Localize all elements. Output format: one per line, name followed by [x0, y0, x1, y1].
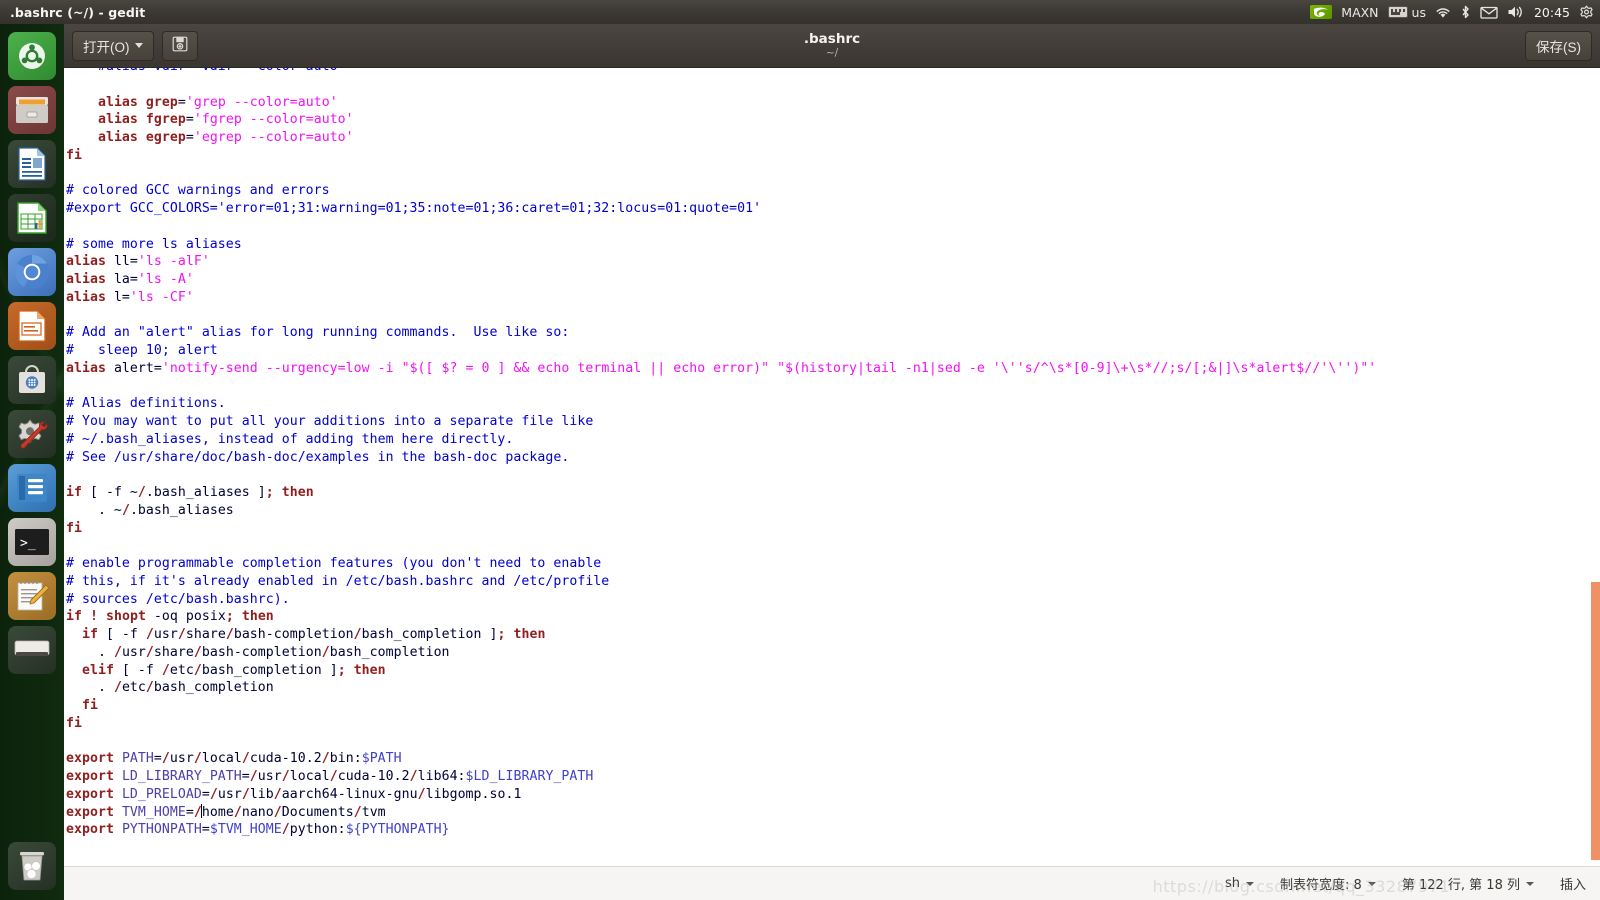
- language-selector[interactable]: sh: [1225, 876, 1255, 891]
- source-code-view[interactable]: #alias vdir='vdir --color=auto' alias gr…: [64, 68, 1376, 839]
- insert-mode-indicator[interactable]: 插入: [1560, 874, 1586, 893]
- editor-area[interactable]: #alias vdir='vdir --color=auto' alias gr…: [64, 68, 1600, 866]
- vertical-scrollbar-thumb[interactable]: [1591, 582, 1600, 860]
- unity-launcher: >_: [0, 24, 64, 900]
- chevron-down-icon: [134, 43, 143, 48]
- insert-mode-label: 插入: [1559, 878, 1586, 893]
- statusbar: https://blog.csdn.net/qq_33287971 sh 制表符…: [64, 866, 1600, 900]
- gedit-window: 打开(O) .bashrc ~/ 保存(S) #alias: [64, 24, 1600, 900]
- keyboard-icon: [1387, 6, 1408, 18]
- save-button-label: 保存(S): [1536, 39, 1581, 55]
- gear-icon[interactable]: [1579, 5, 1594, 20]
- open-button-label: 打开(O): [83, 39, 130, 55]
- nvidia-power-mode[interactable]: MAXN: [1341, 5, 1378, 20]
- clock[interactable]: 20:45: [1534, 5, 1570, 20]
- headerbar: 打开(O) .bashrc ~/ 保存(S): [64, 24, 1600, 68]
- nvidia-indicator[interactable]: [1310, 5, 1333, 19]
- volume-icon[interactable]: [1507, 5, 1525, 19]
- launcher-item-trash[interactable]: [8, 842, 56, 890]
- window-title: .bashrc (~/) - gedit: [10, 4, 146, 20]
- system-tray: MAXN us 20:45: [1310, 5, 1594, 20]
- launcher-item-files[interactable]: [8, 86, 56, 134]
- open-button[interactable]: 打开(O): [72, 30, 154, 61]
- wifi-icon[interactable]: [1435, 6, 1451, 19]
- launcher-item-system-settings[interactable]: [8, 410, 56, 458]
- launcher-item-libreoffice-writer[interactable]: [8, 140, 56, 188]
- launcher-item-ubuntu-dash[interactable]: [8, 32, 56, 80]
- headerbar-right: 保存(S): [1525, 30, 1592, 61]
- chevron-down-icon: [1246, 881, 1255, 886]
- headerbar-title-block: .bashrc ~/: [64, 31, 1600, 60]
- keyboard-layout-indicator[interactable]: us: [1387, 4, 1426, 20]
- mail-icon[interactable]: [1480, 6, 1498, 19]
- chevron-down-icon: [1367, 881, 1376, 886]
- launcher-item-terminal[interactable]: >_: [8, 518, 56, 566]
- top-panel: .bashrc (~/) - gedit MAXN us 20:45: [0, 0, 1600, 24]
- cursor-position-label: 第 122 行, 第 18 列: [1401, 878, 1520, 893]
- document-title: .bashrc: [803, 31, 861, 47]
- tab-width-label: 制表符宽度: 8: [1280, 878, 1362, 893]
- cursor-position[interactable]: 第 122 行, 第 18 列: [1402, 874, 1534, 893]
- launcher-item-gedit[interactable]: [8, 572, 56, 620]
- launcher-item-libreoffice-calc[interactable]: [8, 194, 56, 242]
- save-icon: [172, 36, 188, 55]
- document-path: ~/: [825, 47, 839, 59]
- launcher-item-libreoffice-impress[interactable]: [8, 302, 56, 350]
- launcher-item-help[interactable]: [8, 464, 56, 512]
- launcher-item-disk-drive[interactable]: [8, 626, 56, 674]
- chevron-down-icon: [1525, 881, 1534, 886]
- save-button[interactable]: 保存(S): [1525, 30, 1592, 61]
- nvidia-icon: [1310, 5, 1333, 19]
- tab-width-selector[interactable]: 制表符宽度: 8: [1280, 874, 1376, 893]
- keyboard-layout-label: us: [1411, 4, 1426, 20]
- launcher-item-chromium[interactable]: [8, 248, 56, 296]
- language-label: sh: [1225, 876, 1241, 891]
- bluetooth-icon[interactable]: [1460, 5, 1471, 19]
- launcher-item-software-center[interactable]: [8, 356, 56, 404]
- svg-text:>_: >_: [20, 536, 36, 551]
- save-as-button[interactable]: [161, 30, 198, 61]
